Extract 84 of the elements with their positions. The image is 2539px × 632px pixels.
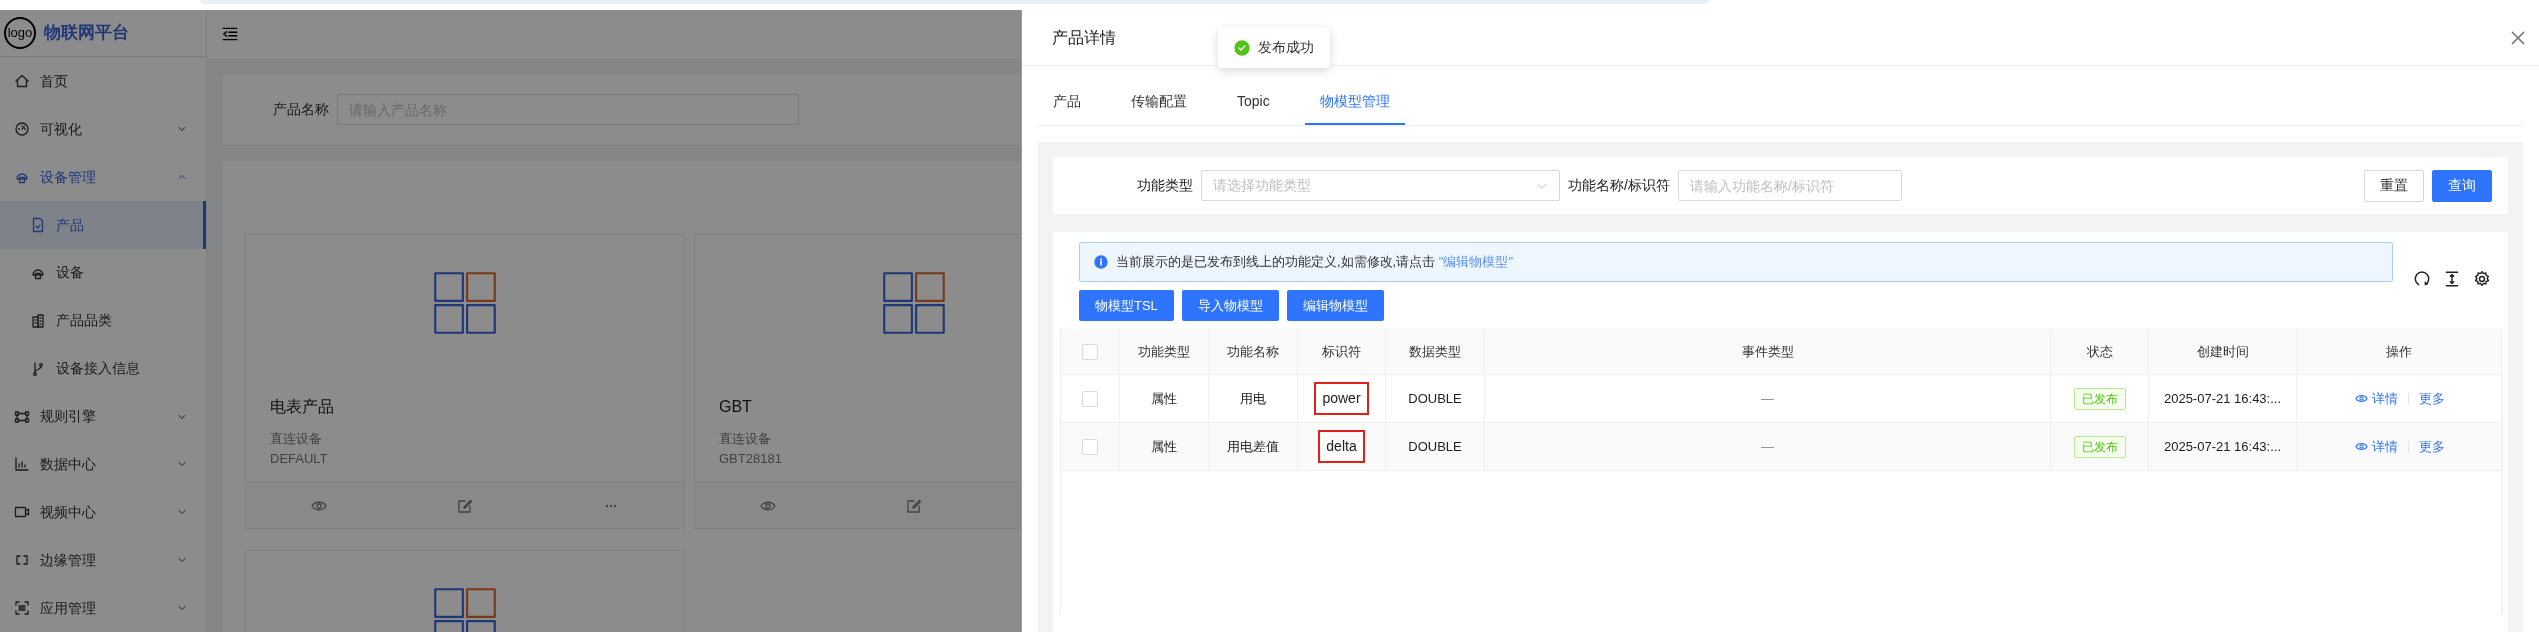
column-height-icon[interactable] bbox=[2443, 270, 2461, 288]
sidebar-item[interactable]: 产品 bbox=[0, 201, 206, 249]
more-link[interactable]: 更多 bbox=[2418, 436, 2445, 457]
branch-icon bbox=[30, 360, 46, 377]
tab[interactable]: 传输配置 bbox=[1116, 80, 1202, 125]
success-check-icon bbox=[1234, 39, 1250, 56]
column-header: 创建时间 bbox=[2149, 329, 2297, 374]
column-header: 功能名称 bbox=[1209, 329, 1298, 374]
column-header: 标识符 bbox=[1298, 329, 1386, 374]
scan-list-icon bbox=[14, 600, 30, 617]
column-header: 数据类型 bbox=[1386, 329, 1485, 374]
table-cell: power bbox=[1314, 382, 1369, 415]
refresh-icon[interactable] bbox=[2413, 270, 2431, 288]
edit-icon[interactable] bbox=[457, 497, 473, 514]
column-header: 状态 bbox=[2051, 329, 2149, 374]
card-title: GBT bbox=[719, 397, 752, 417]
status-tag: 已发布 bbox=[2073, 387, 2126, 410]
query-button[interactable]: 查询 bbox=[2432, 169, 2492, 202]
edit-model-link[interactable]: "编辑物模型" bbox=[1438, 254, 1514, 270]
table-cell-text: 2025-07-21 16:43:... bbox=[2163, 437, 2282, 456]
table-cell-text: — bbox=[1761, 437, 1774, 456]
column-header: 事件类型 bbox=[1485, 329, 2051, 374]
card-code: GBT28181 bbox=[719, 449, 782, 468]
details-link[interactable]: 详情 bbox=[2354, 388, 2398, 409]
product-grid-icon bbox=[431, 269, 499, 337]
card-title: 电表产品 bbox=[270, 397, 334, 417]
sidebar-item[interactable]: 设备接入信息 bbox=[0, 344, 206, 393]
info-icon bbox=[1094, 255, 1108, 269]
sidebar-item[interactable]: 边缘管理 bbox=[0, 536, 206, 585]
reset-button[interactable]: 重置 bbox=[2364, 169, 2424, 202]
more-link[interactable]: 更多 bbox=[2418, 388, 2445, 409]
sidebar-item[interactable]: 产品品类 bbox=[0, 296, 206, 345]
checkbox[interactable] bbox=[1082, 390, 1098, 407]
table-cell-text: 用电差值 bbox=[1227, 437, 1279, 456]
table-cell-text: 用电 bbox=[1240, 389, 1266, 408]
card-type: 直连设备 bbox=[719, 430, 771, 448]
product-card[interactable]: 电表产品 直连设备 DEFAULT bbox=[245, 234, 685, 529]
action-button[interactable]: 导入物模型 bbox=[1181, 290, 1279, 321]
table-cell-text: DOUBLE bbox=[1408, 389, 1462, 408]
logo: logo bbox=[4, 17, 36, 50]
document-icon bbox=[30, 217, 46, 233]
search-label: 产品名称 bbox=[273, 100, 329, 119]
checkbox[interactable] bbox=[1082, 438, 1098, 455]
table-cell-text: 属性 bbox=[1151, 437, 1177, 456]
drawer-title: 产品详情 bbox=[1052, 27, 1116, 48]
sidebar-item[interactable]: 首页 bbox=[0, 57, 206, 106]
card-type: 直连设备 bbox=[270, 430, 322, 448]
tab[interactable]: 物模型管理 bbox=[1304, 80, 1405, 125]
bar-chart-icon bbox=[14, 456, 30, 473]
menu-fold-icon[interactable] bbox=[221, 25, 239, 43]
filter-label: 功能名称/标识符 bbox=[1568, 176, 1670, 195]
tab[interactable]: 产品 bbox=[1038, 80, 1096, 125]
product-grid-icon bbox=[880, 269, 948, 337]
sidebar-item[interactable]: 数据中心 bbox=[0, 440, 206, 489]
column-header: 操作 bbox=[2297, 329, 2502, 374]
building-icon bbox=[30, 312, 46, 329]
table-cell-text: 属性 bbox=[1151, 389, 1177, 408]
checkbox[interactable] bbox=[1082, 343, 1098, 360]
home-icon bbox=[14, 73, 30, 90]
action-button[interactable]: 编辑物模型 bbox=[1286, 290, 1384, 321]
table-cell-text: 2025-07-21 16:43:... bbox=[2163, 389, 2282, 408]
sidebar-item[interactable]: 视频中心 bbox=[0, 488, 206, 537]
success-toast: 发布成功 bbox=[1218, 27, 1330, 68]
name-field[interactable]: 请输入功能名称/标识符 bbox=[1677, 170, 1902, 201]
table-cell: delta bbox=[1318, 430, 1365, 463]
eye-icon bbox=[2354, 392, 2368, 405]
tab[interactable]: Topic bbox=[1222, 80, 1285, 125]
sidebar-item[interactable]: 应用管理 bbox=[0, 584, 206, 632]
status-tag: 已发布 bbox=[2073, 435, 2126, 458]
action-button[interactable]: 物模型TSL bbox=[1079, 290, 1174, 321]
table-cell-text: — bbox=[1761, 389, 1774, 408]
filter-label: 功能类型 bbox=[1137, 176, 1193, 195]
nodes-icon bbox=[14, 408, 30, 425]
settings-icon[interactable] bbox=[2473, 270, 2491, 288]
details-link[interactable]: 详情 bbox=[2354, 436, 2398, 457]
edit-icon[interactable] bbox=[906, 497, 922, 514]
table-cell-text: DOUBLE bbox=[1408, 437, 1462, 456]
column-header: 功能类型 bbox=[1120, 329, 1209, 374]
card-code: DEFAULT bbox=[270, 449, 328, 468]
sidebar-item[interactable]: 规则引擎 bbox=[0, 392, 206, 441]
sidebar-item[interactable]: 可视化 bbox=[0, 105, 206, 154]
eye-icon bbox=[2354, 440, 2368, 453]
gauge-icon bbox=[14, 121, 30, 138]
app-title: 物联网平台 bbox=[44, 22, 129, 45]
